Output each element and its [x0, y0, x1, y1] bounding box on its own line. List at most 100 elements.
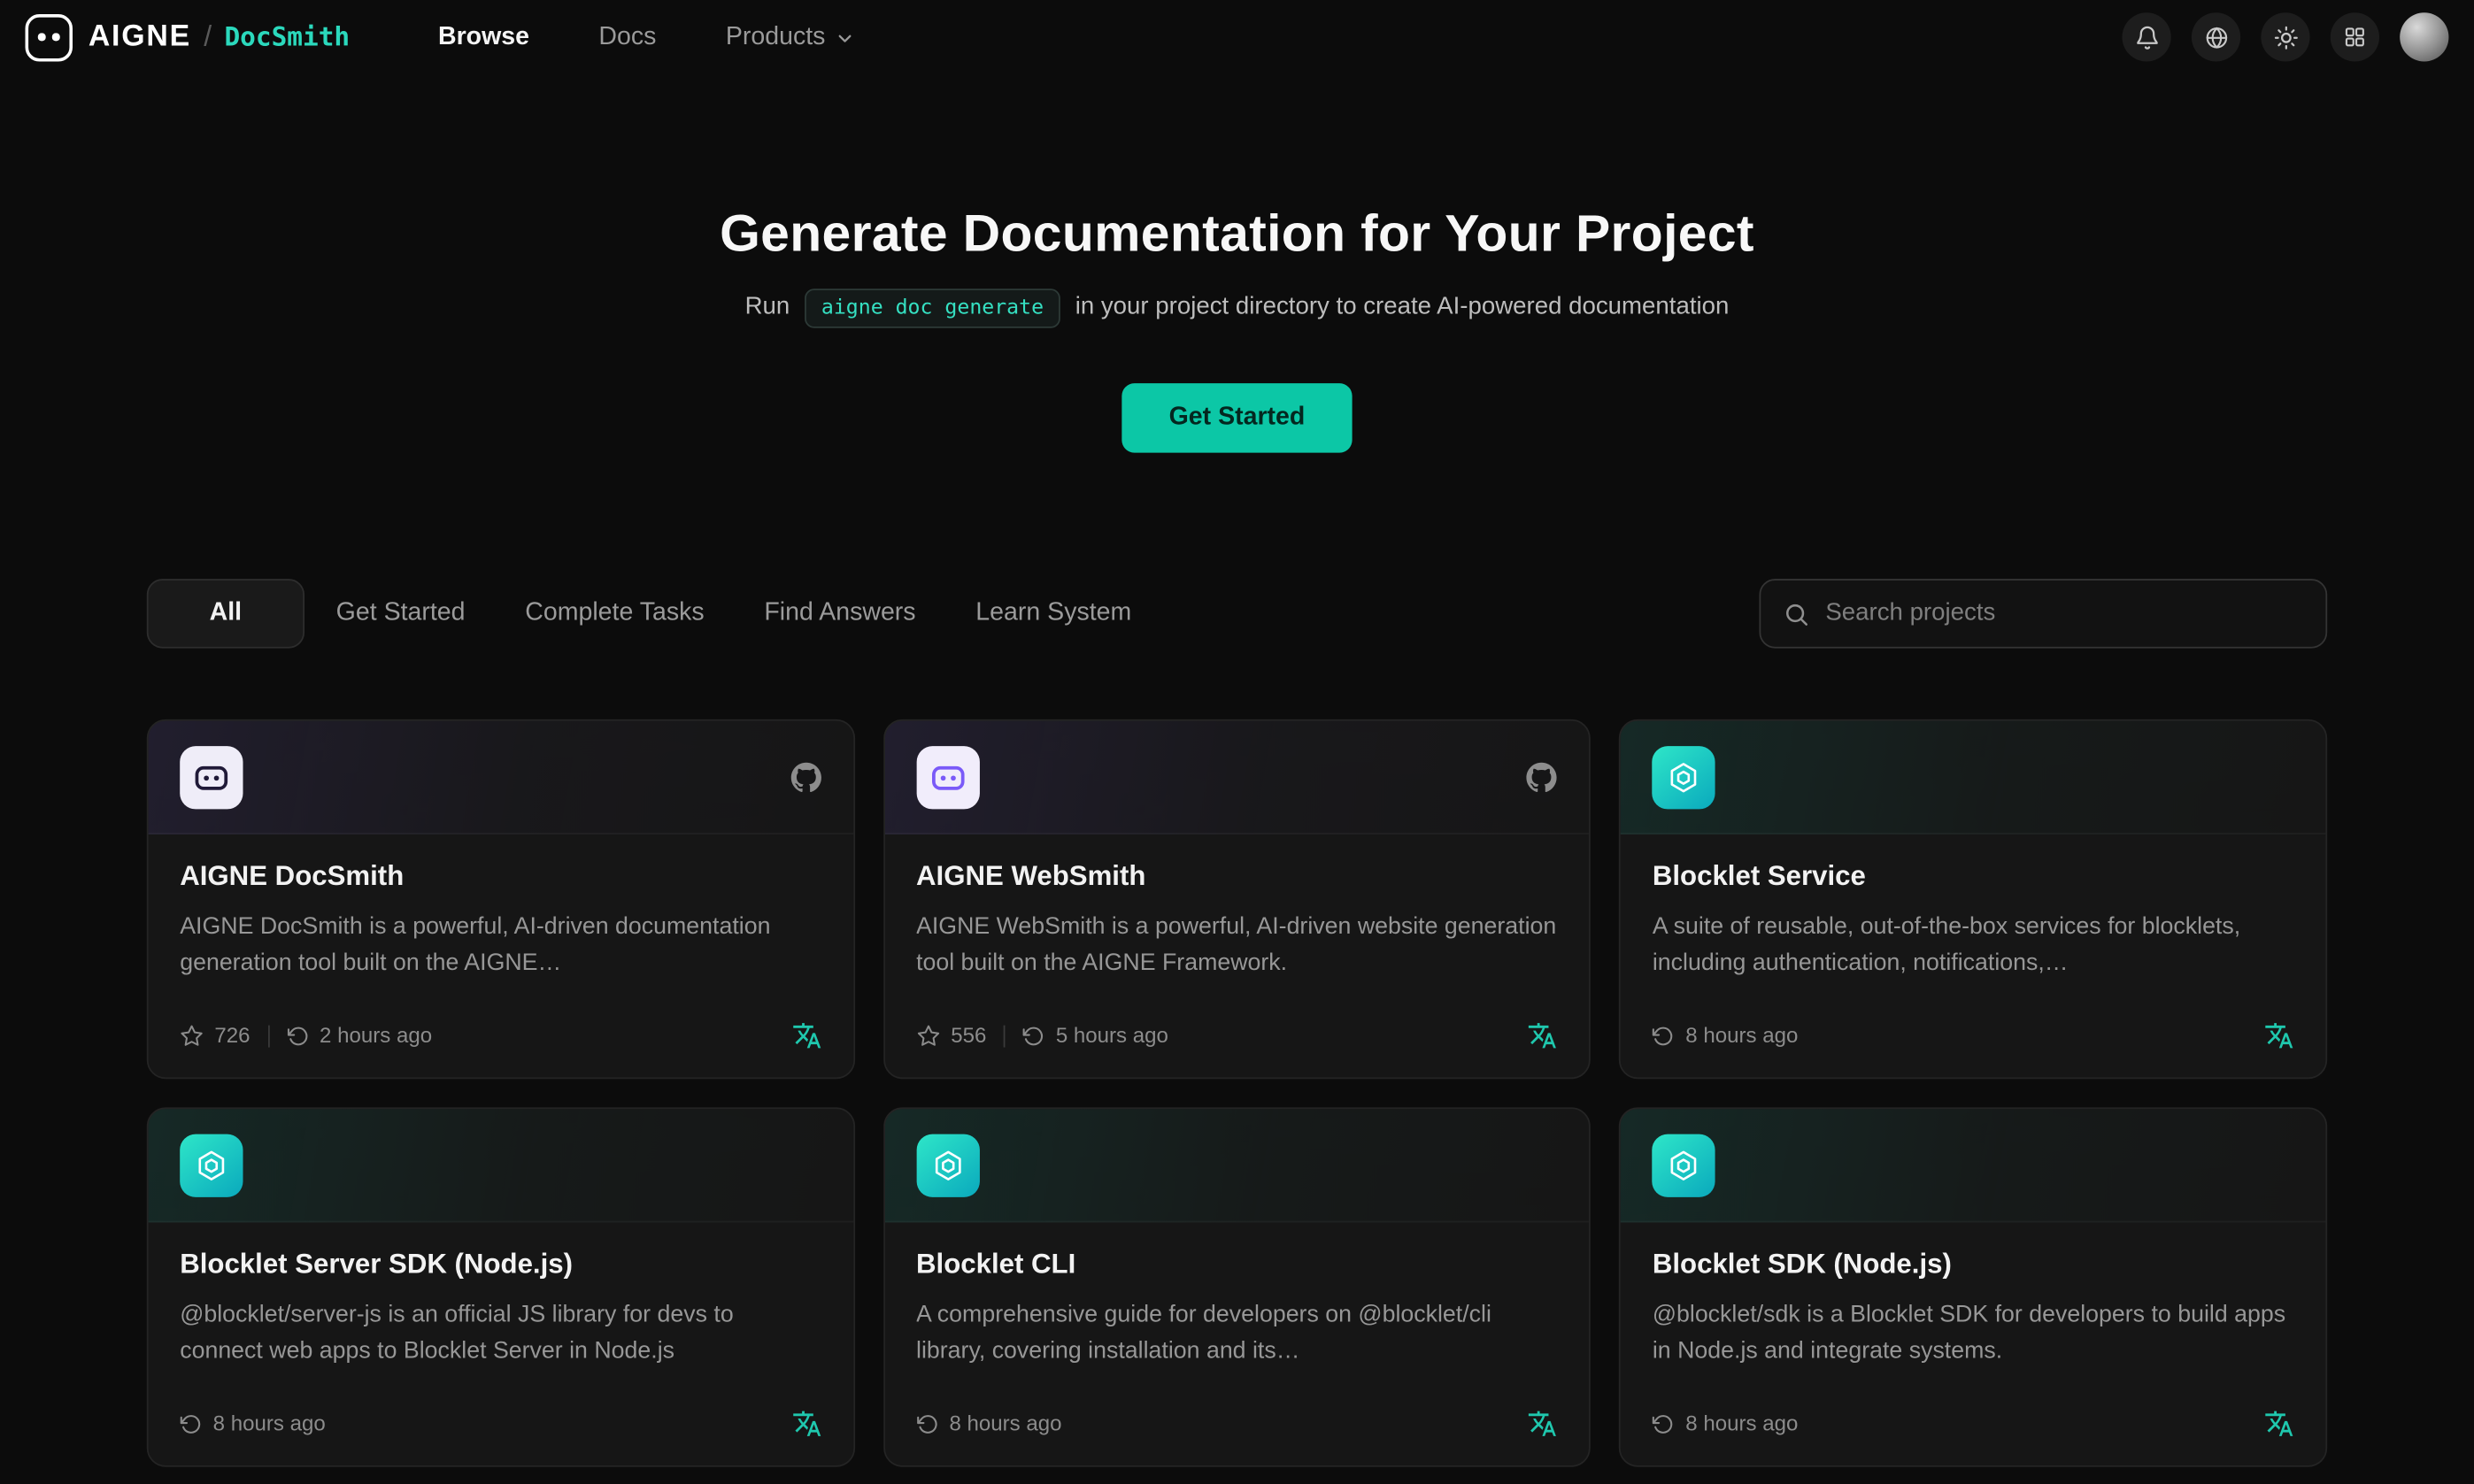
apps-launcher-button[interactable] — [2331, 12, 2379, 61]
translate-icon[interactable] — [791, 1409, 821, 1439]
card-footer: 726 2 hours ago — [149, 1020, 853, 1077]
hero-section: Generate Documentation for Your Project … — [0, 74, 2474, 453]
refresh-icon — [287, 1025, 309, 1047]
tab-list: Get Started Complete Tasks Find Answers … — [336, 599, 1132, 627]
get-started-button[interactable]: Get Started — [1121, 383, 1353, 452]
card-body: Blocklet Server SDK (Node.js) @blocklet/… — [149, 1222, 853, 1370]
top-navigation-bar: AIGNE / DocSmith Browse Docs Products — [0, 0, 2474, 74]
divider — [267, 1025, 269, 1047]
brand-name: AIGNE — [89, 19, 191, 54]
nav-item-docs[interactable]: Docs — [598, 23, 656, 51]
tab-all[interactable]: All — [147, 579, 304, 648]
card-footer: 556 5 hours ago — [884, 1020, 1589, 1077]
hero-subtitle: Run aigne doc generate in your project d… — [0, 288, 2474, 327]
nav-item-products[interactable]: Products — [726, 23, 855, 51]
card-body: Blocklet SDK (Node.js) @blocklet/sdk is … — [1621, 1222, 2325, 1370]
project-grid: AIGNE DocSmith AIGNE DocSmith is a power… — [147, 719, 2327, 1467]
project-card-blocklet-service[interactable]: Blocklet Service A suite of reusable, ou… — [1619, 719, 2327, 1079]
translate-icon[interactable] — [1528, 1020, 1558, 1050]
star-count: 726 — [180, 1024, 250, 1048]
refresh-icon — [1022, 1025, 1044, 1047]
card-footer: 8 hours ago — [1621, 1409, 2325, 1465]
translate-icon[interactable] — [1528, 1409, 1558, 1439]
card-description: AIGNE WebSmith is a powerful, AI-driven … — [916, 909, 1558, 982]
card-body: AIGNE WebSmith AIGNE WebSmith is a power… — [884, 834, 1589, 982]
blocklet-app-icon — [1653, 745, 1715, 808]
card-body: AIGNE DocSmith AIGNE DocSmith is a power… — [149, 834, 853, 982]
updated-time: 8 hours ago — [1653, 1411, 1799, 1435]
nav-item-browse[interactable]: Browse — [438, 23, 529, 51]
star-count: 556 — [916, 1024, 986, 1048]
sun-icon — [2273, 25, 2299, 50]
card-banner — [884, 1109, 1589, 1222]
filter-bar: All Get Started Complete Tasks Find Answ… — [147, 579, 2327, 648]
card-title: AIGNE DocSmith — [180, 859, 821, 892]
card-description: @blocklet/sdk is a Blocklet SDK for deve… — [1653, 1296, 2294, 1370]
card-title: Blocklet Service — [1653, 859, 2294, 892]
tab-find-answers[interactable]: Find Answers — [764, 599, 915, 627]
card-banner — [884, 721, 1589, 834]
card-banner — [149, 1109, 853, 1222]
translate-icon[interactable] — [791, 1020, 821, 1050]
globe-icon — [2203, 25, 2229, 50]
project-card-blocklet-server-sdk[interactable]: Blocklet Server SDK (Node.js) @blocklet/… — [147, 1107, 855, 1466]
refresh-icon — [1653, 1412, 1675, 1434]
card-description: A suite of reusable, out-of-the-box serv… — [1653, 909, 2294, 982]
card-title: Blocklet CLI — [916, 1248, 1558, 1280]
refresh-icon — [180, 1412, 202, 1434]
aigne-robot-app-icon — [916, 745, 979, 808]
github-icon[interactable] — [790, 761, 821, 793]
card-title: AIGNE WebSmith — [916, 859, 1558, 892]
card-title: Blocklet Server SDK (Node.js) — [180, 1248, 821, 1280]
theme-toggle-button[interactable] — [2261, 12, 2309, 61]
github-icon[interactable] — [1526, 761, 1558, 793]
card-description: AIGNE DocSmith is a powerful, AI-driven … — [180, 909, 821, 982]
translate-icon[interactable] — [2264, 1409, 2294, 1439]
updated-time: 5 hours ago — [1022, 1024, 1168, 1048]
brand-product-name: DocSmith — [224, 22, 350, 52]
translate-icon[interactable] — [2264, 1020, 2294, 1050]
notifications-button[interactable] — [2122, 12, 2170, 61]
card-footer: 8 hours ago — [149, 1409, 853, 1465]
star-icon — [180, 1024, 204, 1048]
subtitle-prefix: Run — [745, 294, 790, 322]
tab-complete-tasks[interactable]: Complete Tasks — [525, 599, 704, 627]
blocklet-app-icon — [180, 1134, 243, 1196]
page: AIGNE / DocSmith Browse Docs Products — [0, 0, 2474, 1484]
project-card-blocklet-sdk[interactable]: Blocklet SDK (Node.js) @blocklet/sdk is … — [1619, 1107, 2327, 1466]
card-body: Blocklet CLI A comprehensive guide for d… — [884, 1222, 1589, 1370]
card-description: @blocklet/server-js is an official JS li… — [180, 1296, 821, 1370]
user-avatar[interactable] — [2400, 12, 2448, 61]
project-search — [1759, 579, 2327, 648]
main-content: All Get Started Complete Tasks Find Answ… — [147, 579, 2327, 1467]
page-title: Generate Documentation for Your Project — [0, 200, 2474, 266]
card-body: Blocklet Service A suite of reusable, ou… — [1621, 834, 2325, 982]
tab-get-started[interactable]: Get Started — [336, 599, 466, 627]
card-title: Blocklet SDK (Node.js) — [1653, 1248, 2294, 1280]
card-banner — [1621, 721, 2325, 834]
refresh-icon — [916, 1412, 938, 1434]
nav-item-products-label: Products — [726, 23, 826, 51]
apps-grid-icon — [2343, 26, 2367, 50]
language-button[interactable] — [2192, 12, 2240, 61]
blocklet-app-icon — [1653, 1134, 1715, 1196]
updated-time: 8 hours ago — [180, 1411, 326, 1435]
project-card-aigne-websmith[interactable]: AIGNE WebSmith AIGNE WebSmith is a power… — [883, 719, 1592, 1079]
search-input[interactable] — [1825, 599, 2303, 627]
star-icon — [916, 1024, 940, 1048]
blocklet-app-icon — [916, 1134, 979, 1196]
aigne-robot-logo-icon — [26, 13, 73, 60]
subtitle-suffix: in your project directory to create AI-p… — [1075, 294, 1730, 322]
card-banner — [149, 721, 853, 834]
brand-logo[interactable]: AIGNE / DocSmith — [26, 13, 351, 60]
brand-separator: / — [204, 20, 212, 53]
search-icon — [1783, 600, 1809, 627]
updated-time: 8 hours ago — [916, 1411, 1062, 1435]
tab-learn-system[interactable]: Learn System — [975, 599, 1131, 627]
header-actions — [2122, 12, 2448, 61]
divider — [1004, 1025, 1006, 1047]
main-nav: Browse Docs Products — [438, 23, 855, 51]
project-card-aigne-docsmith[interactable]: AIGNE DocSmith AIGNE DocSmith is a power… — [147, 719, 855, 1079]
card-footer: 8 hours ago — [1621, 1020, 2325, 1077]
project-card-blocklet-cli[interactable]: Blocklet CLI A comprehensive guide for d… — [883, 1107, 1592, 1466]
